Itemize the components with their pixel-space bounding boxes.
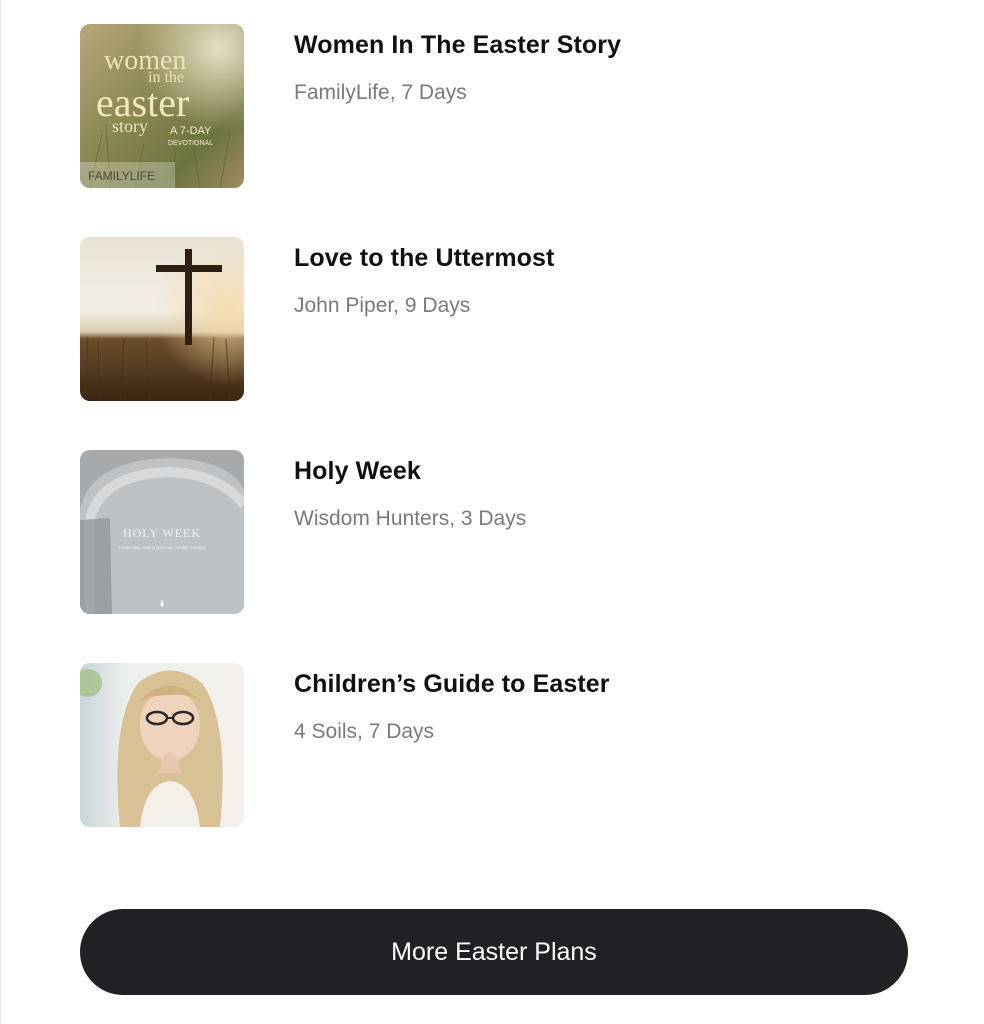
more-easter-plans-button[interactable]: More Easter Plans bbox=[80, 909, 908, 995]
svg-text:A 7-DAY: A 7-DAY bbox=[170, 125, 212, 137]
plan-cover-image[interactable]: women in the easter story A 7-DAY DEVOTI… bbox=[80, 24, 244, 188]
cross-icon bbox=[185, 249, 192, 345]
plan-title[interactable]: Children’s Guide to Easter bbox=[294, 669, 610, 699]
holy-week-cover-art: HOLY WEEK A three-day reading plan from … bbox=[80, 450, 244, 614]
plan-title[interactable]: Holy Week bbox=[294, 456, 526, 486]
svg-text:HOLY WEEK: HOLY WEEK bbox=[123, 526, 201, 540]
women-easter-cover-art: women in the easter story A 7-DAY DEVOTI… bbox=[80, 24, 244, 188]
svg-text:DEVOTIONAL: DEVOTIONAL bbox=[168, 140, 213, 147]
praying-child-cover-art bbox=[80, 663, 244, 827]
plan-author-duration: John Piper, 9 Days bbox=[294, 294, 471, 317]
cross-cover-art bbox=[80, 237, 244, 401]
svg-text:FAMILYLIFE: FAMILYLIFE bbox=[88, 169, 155, 183]
plan-cover-image[interactable]: HOLY WEEK A three-day reading plan from … bbox=[80, 450, 244, 614]
plan-title[interactable]: Women In The Easter Story bbox=[294, 30, 621, 60]
plan-item-childrens-guide-to-easter[interactable]: Children’s Guide to Easter 4 Soils, 7 Da… bbox=[80, 663, 910, 827]
easter-plans-page: women in the easter story A 7-DAY DEVOTI… bbox=[0, 0, 984, 1024]
plan-title[interactable]: Love to the Uttermost bbox=[294, 243, 554, 273]
plan-cover-image[interactable] bbox=[80, 663, 244, 827]
svg-text:A three-day reading plan from: A three-day reading plan from Wisdom Hun… bbox=[118, 545, 205, 550]
plan-item-women-in-easter-story[interactable]: women in the easter story A 7-DAY DEVOTI… bbox=[80, 24, 910, 188]
plan-item-love-to-uttermost[interactable]: Love to the Uttermost John Piper, 9 Days bbox=[80, 237, 910, 401]
plan-author-duration: 4 Soils, 7 Days bbox=[294, 720, 435, 743]
svg-text:story: story bbox=[112, 116, 148, 136]
plan-author-duration: Wisdom Hunters, 3 Days bbox=[294, 507, 527, 530]
plan-author-duration: FamilyLife, 7 Days bbox=[294, 81, 467, 104]
plan-cover-image[interactable] bbox=[80, 237, 244, 401]
plan-item-holy-week[interactable]: HOLY WEEK A three-day reading plan from … bbox=[80, 450, 910, 614]
